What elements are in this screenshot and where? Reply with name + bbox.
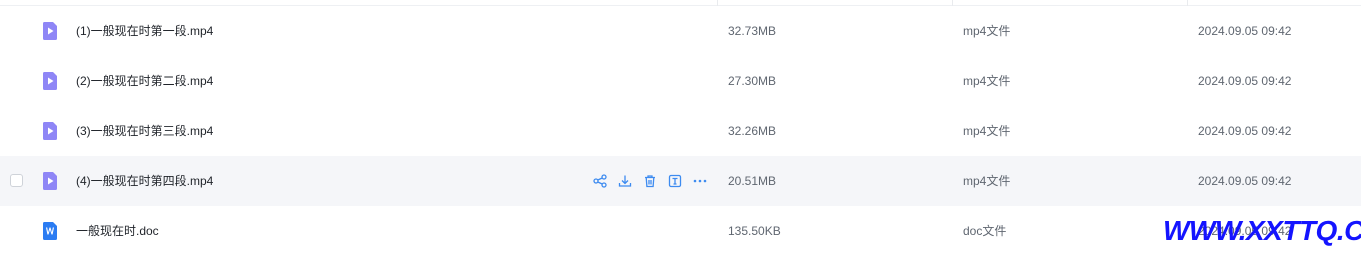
file-type: mp4文件 [963,124,1011,138]
word-file-icon [40,221,60,241]
file-date: 2024.09.05 09:42 [1198,74,1292,88]
watermark: WWW.XXTTQ.COM [1163,215,1361,246]
delete-icon[interactable] [642,172,658,190]
file-type: mp4文件 [963,174,1011,188]
file-name[interactable]: (3)一般现在时第三段.mp4 [76,123,213,139]
file-row[interactable]: (2)一般现在时第二段.mp4 27.30MB mp4文件 2024.09.05 09… [0,56,1361,106]
video-file-icon [40,21,60,41]
file-date: 2024.09.05 09:42 [1198,174,1292,188]
more-icon[interactable] [692,172,708,190]
file-date: 2024.09.05 09:42 [1198,124,1292,138]
video-file-icon [40,171,60,191]
file-type: doc文件 [963,224,1007,238]
row-checkbox[interactable] [10,174,23,187]
video-file-icon [40,71,60,91]
file-name[interactable]: (2)一般现在时第二段.mp4 [76,73,213,89]
download-icon[interactable] [617,172,633,190]
video-file-icon [40,121,60,141]
file-type: mp4文件 [963,74,1011,88]
file-row[interactable]: (4)一般现在时第四段.mp4 20.51MB mp4文件 2024.09.05 09… [0,156,1361,206]
file-row[interactable]: 一般现在时.doc 135.50KB doc文件 2024.09.05 09:42 [0,206,1361,256]
file-name[interactable]: 一般现在时.doc [76,223,159,239]
row-actions [592,172,708,190]
file-size: 135.50KB [728,224,781,238]
file-row[interactable]: (3)一般现在时第三段.mp4 32.26MB mp4文件 2024.09.05 09… [0,106,1361,156]
file-size: 27.30MB [728,74,777,88]
file-row[interactable]: (1)一般现在时第一段.mp4 32.73MB mp4文件 2024.09.05 09… [0,6,1361,56]
rename-icon[interactable] [667,172,683,190]
file-name[interactable]: (1)一般现在时第一段.mp4 [76,23,213,39]
file-size: 32.26MB [728,124,777,138]
share-icon[interactable] [592,172,608,190]
file-size: 32.73MB [728,24,777,38]
file-type: mp4文件 [963,24,1011,38]
file-size: 20.51MB [728,174,777,188]
file-date: 2024.09.05 09:42 [1198,24,1292,38]
file-name[interactable]: (4)一般现在时第四段.mp4 [76,173,213,189]
